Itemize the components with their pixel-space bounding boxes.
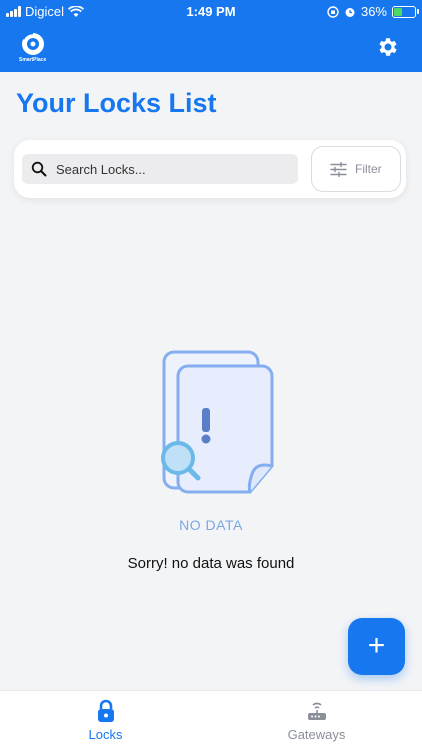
add-lock-button[interactable]: + [348, 618, 405, 675]
brand-name: SmartPlace [19, 57, 47, 63]
sliders-icon [330, 162, 347, 177]
lock-icon [97, 699, 114, 722]
status-bar: Digicel 1:49 PM 36% [0, 0, 422, 22]
search-input[interactable] [56, 154, 286, 184]
alarm-icon [345, 7, 355, 17]
app-header: SmartPlace [0, 22, 422, 72]
nav-item-locks[interactable]: Locks [0, 691, 211, 751]
orientation-lock-icon [327, 5, 339, 18]
battery-icon [392, 5, 419, 18]
nav-label-locks: Locks [88, 727, 123, 742]
no-data-illustration-icon [161, 350, 274, 494]
nav-item-gateways[interactable]: Gateways [211, 691, 422, 751]
no-data-label: NO DATA [179, 517, 243, 533]
filter-button[interactable]: Filter [311, 146, 401, 192]
nav-label-gateways: Gateways [287, 727, 346, 742]
empty-state-message: Sorry! no data was found [127, 555, 295, 572]
search-card: Filter [14, 140, 406, 198]
battery-percent: 36% [360, 4, 387, 19]
bottom-nav: Locks Gateways [0, 690, 422, 751]
settings-gear-icon[interactable] [376, 35, 400, 59]
search-box[interactable] [22, 154, 298, 184]
search-icon [31, 161, 47, 177]
filter-label: Filter [355, 162, 382, 176]
router-icon [307, 702, 326, 720]
page-title: Your Locks List [16, 88, 217, 118]
